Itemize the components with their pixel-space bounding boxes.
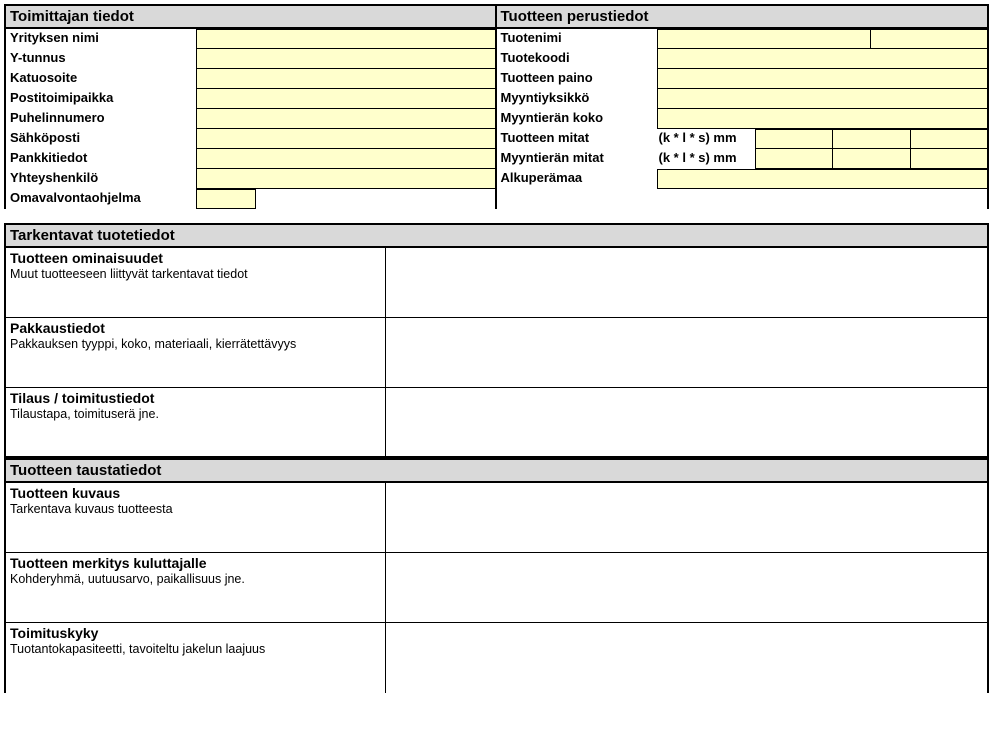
background-left-1: Tuotteen merkitys kuluttajalle Kohderyhm…	[6, 553, 386, 622]
input-email[interactable]	[196, 129, 496, 149]
label-prodname: Tuotenimi	[497, 29, 657, 49]
input-dim-k[interactable]	[755, 129, 834, 149]
input-city[interactable]	[196, 89, 496, 109]
label-phone: Puhelinnumero	[6, 109, 196, 129]
background-title-2: Toimituskyky	[10, 625, 381, 641]
label-origin: Alkuperämaa	[497, 169, 657, 189]
background-title-1: Tuotteen merkitys kuluttajalle	[10, 555, 381, 571]
details-row-0: Tuotteen ominaisuudet Muut tuotteeseen l…	[6, 248, 987, 318]
label-prodcode: Tuotekoodi	[497, 49, 657, 69]
input-batchdim-l[interactable]	[832, 149, 911, 169]
details-header: Tarkentavat tuotetiedot	[6, 223, 987, 248]
label-company: Yrityksen nimi	[6, 29, 196, 49]
details-sub-0: Muut tuotteeseen liittyvät tarkentavat t…	[10, 267, 381, 281]
details-title-1: Pakkaustiedot	[10, 320, 381, 336]
hint-dims: (k * l * s) mm	[657, 129, 755, 149]
input-prodname-2[interactable]	[870, 29, 988, 49]
background-left-2: Toimituskyky Tuotantokapasiteetti, tavoi…	[6, 623, 386, 693]
background-input-1[interactable]	[386, 553, 987, 622]
input-street[interactable]	[196, 69, 496, 89]
label-weight: Tuotteen paino	[497, 69, 657, 89]
hint-batchdims: (k * l * s) mm	[657, 149, 755, 169]
background-row-2: Toimituskyky Tuotantokapasiteetti, tavoi…	[6, 623, 987, 693]
label-email: Sähköposti	[6, 129, 196, 149]
input-phone[interactable]	[196, 109, 496, 129]
input-batch[interactable]	[657, 109, 989, 129]
input-contact[interactable]	[196, 169, 496, 189]
label-unit: Myyntiyksikkö	[497, 89, 657, 109]
details-sub-2: Tilaustapa, toimituserä jne.	[10, 407, 381, 421]
details-row-2: Tilaus / toimitustiedot Tilaustapa, toim…	[6, 388, 987, 458]
label-selfmonitor: Omavalvontaohjelma	[6, 189, 196, 209]
background-header: Tuotteen taustatiedot	[6, 458, 987, 483]
input-bank[interactable]	[196, 149, 496, 169]
input-origin[interactable]	[657, 169, 989, 189]
label-city: Postitoimipaikka	[6, 89, 196, 109]
label-bank: Pankkitiedot	[6, 149, 196, 169]
input-prodname-1[interactable]	[657, 29, 872, 49]
input-prodcode[interactable]	[657, 49, 989, 69]
details-row-1: Pakkaustiedot Pakkauksen tyyppi, koko, m…	[6, 318, 987, 388]
details-input-2[interactable]	[386, 388, 987, 456]
input-company[interactable]	[196, 29, 496, 49]
background-row-0: Tuotteen kuvaus Tarkentava kuvaus tuotte…	[6, 483, 987, 553]
label-batch: Myyntierän koko	[497, 109, 657, 129]
product-panel: Tuotteen perustiedot Tuotenimi Tuotekood…	[497, 6, 990, 209]
background-section: Tuotteen taustatiedot Tuotteen kuvaus Ta…	[4, 458, 989, 693]
input-unit[interactable]	[657, 89, 989, 109]
background-left-0: Tuotteen kuvaus Tarkentava kuvaus tuotte…	[6, 483, 386, 552]
label-dims: Tuotteen mitat	[497, 129, 657, 149]
supplier-header: Toimittajan tiedot	[6, 6, 495, 29]
label-businessid: Y-tunnus	[6, 49, 196, 69]
label-batchdims: Myyntierän mitat	[497, 149, 657, 169]
input-batchdim-s[interactable]	[910, 149, 989, 169]
details-title-0: Tuotteen ominaisuudet	[10, 250, 381, 266]
details-left-1: Pakkaustiedot Pakkauksen tyyppi, koko, m…	[6, 318, 386, 387]
background-title-0: Tuotteen kuvaus	[10, 485, 381, 501]
input-batchdim-k[interactable]	[755, 149, 834, 169]
background-sub-0: Tarkentava kuvaus tuotteesta	[10, 502, 381, 516]
details-title-2: Tilaus / toimitustiedot	[10, 390, 381, 406]
input-selfmonitor[interactable]	[196, 189, 256, 209]
input-dim-l[interactable]	[832, 129, 911, 149]
background-input-2[interactable]	[386, 623, 987, 693]
details-sub-1: Pakkauksen tyyppi, koko, materiaali, kie…	[10, 337, 381, 351]
product-header: Tuotteen perustiedot	[497, 6, 988, 29]
details-input-1[interactable]	[386, 318, 987, 387]
supplier-panel: Toimittajan tiedot Yrityksen nimi Y-tunn…	[4, 6, 497, 209]
form-container: Toimittajan tiedot Yrityksen nimi Y-tunn…	[4, 4, 989, 693]
background-input-0[interactable]	[386, 483, 987, 552]
details-input-0[interactable]	[386, 248, 987, 317]
details-left-2: Tilaus / toimitustiedot Tilaustapa, toim…	[6, 388, 386, 456]
details-section: Tarkentavat tuotetiedot Tuotteen ominais…	[4, 223, 989, 458]
background-sub-2: Tuotantokapasiteetti, tavoiteltu jakelun…	[10, 642, 381, 656]
input-businessid[interactable]	[196, 49, 496, 69]
top-panels: Toimittajan tiedot Yrityksen nimi Y-tunn…	[4, 6, 989, 209]
background-sub-1: Kohderyhmä, uutuusarvo, paikallisuus jne…	[10, 572, 381, 586]
label-contact: Yhteyshenkilö	[6, 169, 196, 189]
details-left-0: Tuotteen ominaisuudet Muut tuotteeseen l…	[6, 248, 386, 317]
input-dim-s[interactable]	[910, 129, 989, 149]
label-street: Katuosoite	[6, 69, 196, 89]
background-row-1: Tuotteen merkitys kuluttajalle Kohderyhm…	[6, 553, 987, 623]
input-weight[interactable]	[657, 69, 989, 89]
